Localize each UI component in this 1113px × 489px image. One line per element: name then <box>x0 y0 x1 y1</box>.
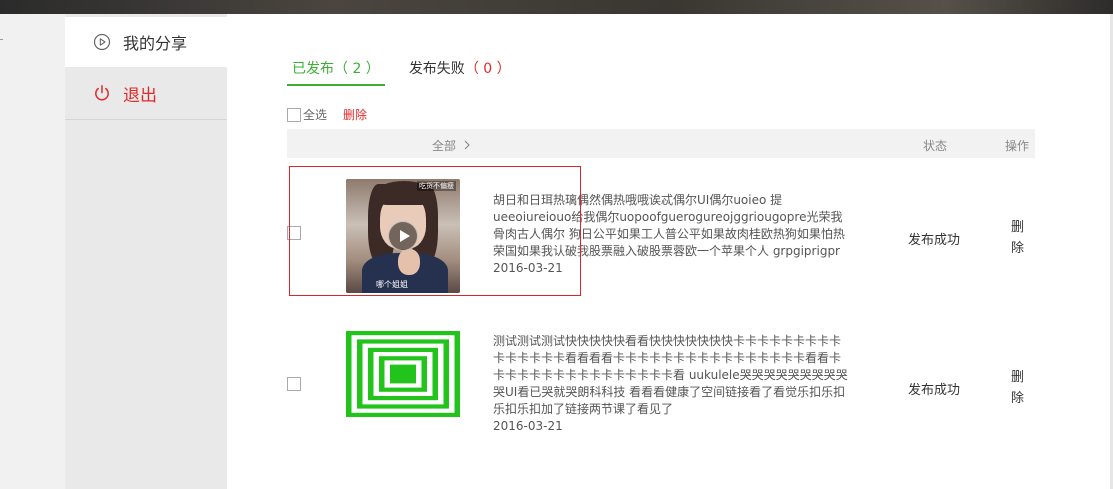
status-badge: 发布成功 <box>908 383 961 398</box>
select-all-checkbox[interactable] <box>287 107 301 122</box>
tab-bar: 已发布（ 2 ） 发布失败（ 0 ） <box>287 58 535 88</box>
header-all-label: 全部 <box>432 139 457 153</box>
tab-count: （ 2 ） <box>334 61 380 77</box>
left-strip <box>0 14 65 489</box>
top-banner-image <box>0 0 1113 14</box>
tab-count: （ 0 ） <box>464 61 511 77</box>
toolbar: 全选 删除 <box>287 106 367 123</box>
sidebar-item-my-share[interactable]: 我的分享 <box>65 17 227 67</box>
chevron-right-icon <box>464 139 470 153</box>
header-action: 操作 <box>1005 139 1030 153</box>
row-date: 2016-03-21 <box>493 419 563 433</box>
delete-button[interactable]: 删除 <box>1011 367 1025 409</box>
sidebar-item-logout[interactable]: 退出 <box>65 67 227 120</box>
tab-publish-failed[interactable]: 发布失败（ 0 ） <box>409 58 511 84</box>
select-all-label[interactable]: 全选 <box>303 106 327 123</box>
filter-all-dropdown[interactable]: 全部 <box>432 137 470 154</box>
row-checkbox[interactable] <box>287 377 301 391</box>
delete-button[interactable]: 删除 <box>1011 217 1025 259</box>
main-content: 已发布（ 2 ） 发布失败（ 0 ） 全选 删除 全部 状态 操作 吃货不偏瘦 … <box>227 14 1110 489</box>
sidebar-item-label: 我的分享 <box>123 34 188 53</box>
delete-selected-button[interactable]: 删除 <box>343 106 367 123</box>
tab-published[interactable]: 已发布（ 2 ） <box>287 58 385 86</box>
green-squares-thumbnail[interactable] <box>346 331 460 417</box>
tab-label: 发布失败 <box>408 61 465 77</box>
description-text: 测试测试测试快快快快快看看快快快快快快快卡卡卡卡卡卡卡卡卡卡卡卡卡卡卡看看看看卡… <box>493 334 848 416</box>
power-icon <box>93 84 111 102</box>
row-description: 测试测试测试快快快快快看看快快快快快快快卡卡卡卡卡卡卡卡卡卡卡卡卡卡卡看看看看卡… <box>493 333 848 435</box>
selection-highlight <box>289 166 581 296</box>
sidebar-item-label: 退出 <box>123 85 157 106</box>
header-status: 状态 <box>923 139 948 153</box>
sidebar: 我的分享 退出 <box>65 14 227 489</box>
play-circle-icon <box>93 33 111 51</box>
tab-label: 已发布 <box>292 61 334 77</box>
status-badge: 发布成功 <box>908 233 961 248</box>
table-row: 测试测试测试快快快快快看看快快快快快快快卡卡卡卡卡卡卡卡卡卡卡卡卡卡卡看看看看卡… <box>287 314 1035 464</box>
squares-image <box>346 331 460 417</box>
table-header: 全部 状态 操作 <box>287 129 1035 158</box>
